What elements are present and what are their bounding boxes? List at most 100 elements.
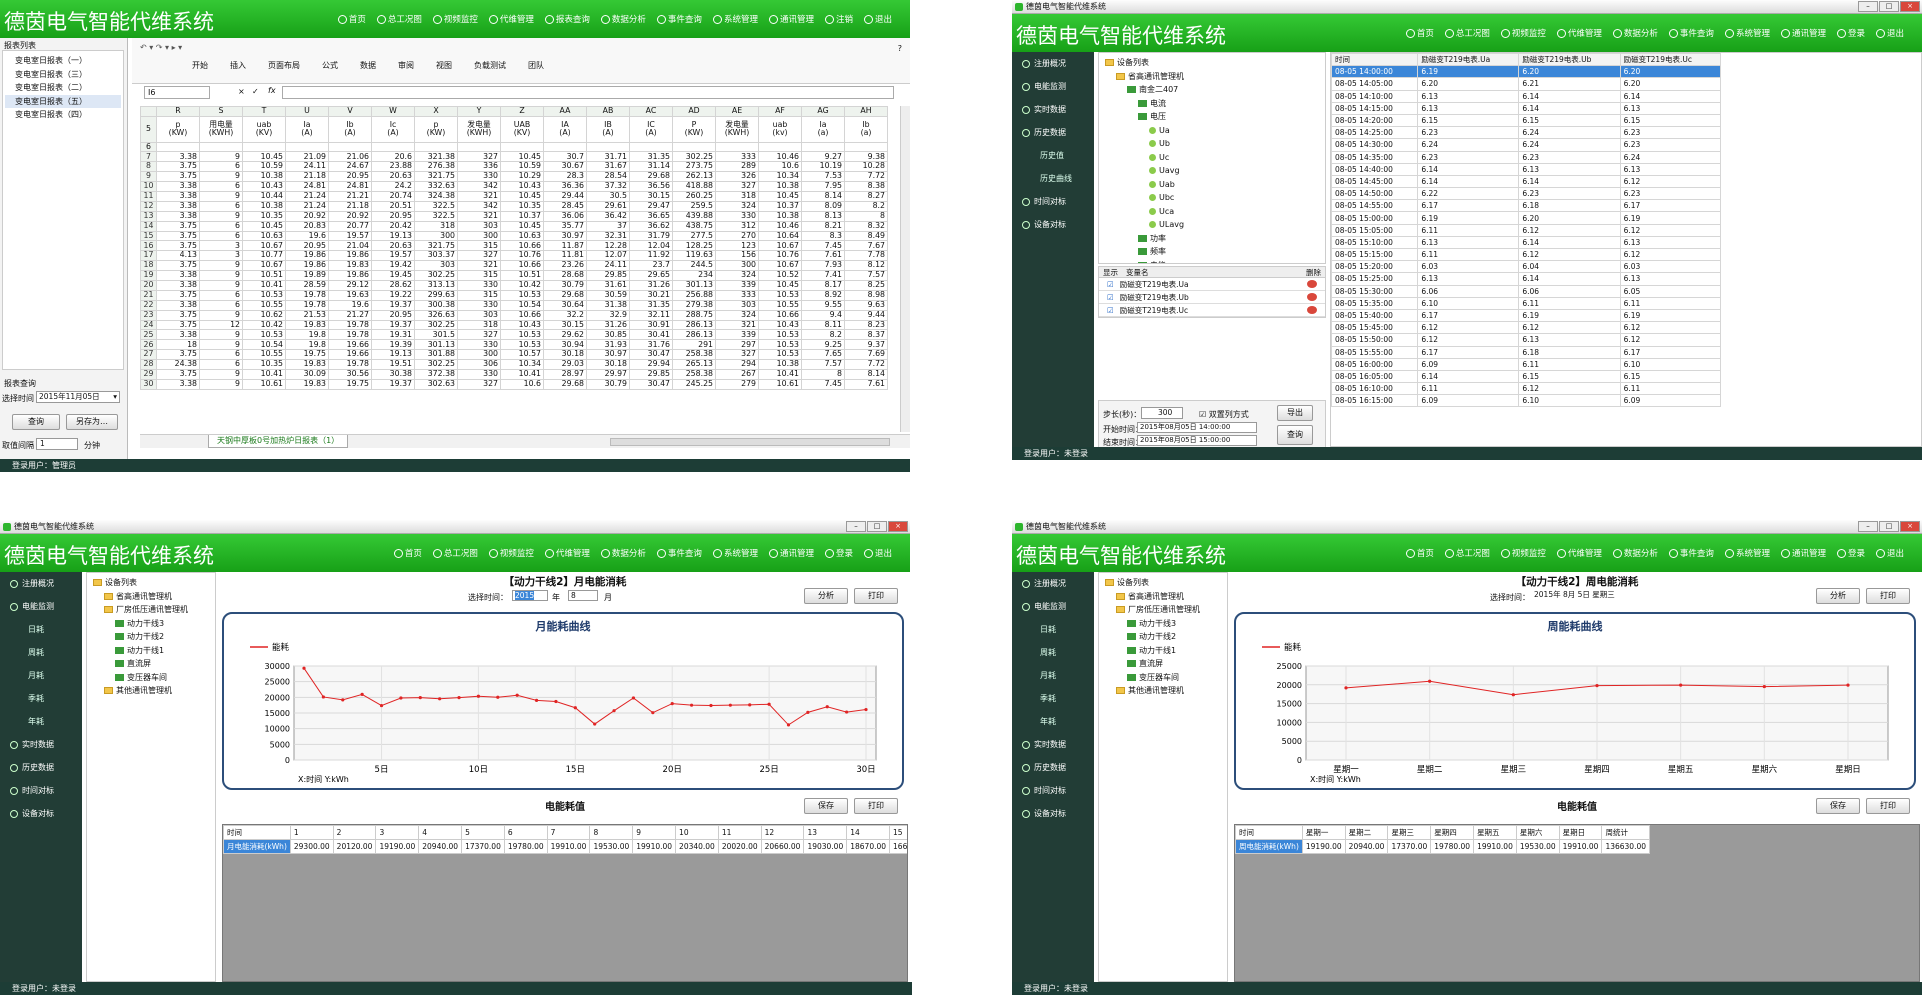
- sheet-cell[interactable]: 321: [457, 190, 501, 202]
- sheet-cell[interactable]: 24.38: [156, 359, 200, 370]
- column-letter[interactable]: S: [199, 106, 243, 117]
- sheet-cell[interactable]: 10.43: [500, 319, 544, 331]
- two-column-checkbox[interactable]: ☑ 双置列方式: [1199, 409, 1249, 420]
- sheet-cell[interactable]: 29.94: [629, 359, 673, 370]
- sheet-cell[interactable]: 333: [715, 289, 759, 301]
- sheet-cell[interactable]: 10.53: [758, 349, 802, 361]
- sheet-cell[interactable]: 6: [199, 220, 243, 232]
- sheet-cell[interactable]: 9.44: [844, 309, 888, 321]
- sheet-cell[interactable]: 6: [199, 359, 243, 370]
- sheet-cell[interactable]: 10.54: [242, 339, 286, 351]
- sheet-cell[interactable]: [715, 141, 759, 153]
- sheet-cell[interactable]: 279.38: [672, 299, 716, 311]
- sheet-cell[interactable]: 10.76: [758, 250, 802, 262]
- sheet-cell[interactable]: 3.38: [156, 200, 200, 212]
- sheet-cell[interactable]: 7.72: [844, 171, 888, 183]
- sheet-cell[interactable]: 315: [457, 240, 501, 252]
- sheet-cell[interactable]: 21.21: [328, 190, 372, 202]
- sidebar-item[interactable]: 注册概况: [1012, 572, 1094, 595]
- minimize-button[interactable]: –: [846, 521, 866, 532]
- sheet-cell[interactable]: [629, 141, 673, 153]
- row-number[interactable]: 27: [140, 349, 157, 361]
- variable-row[interactable]: ☑ 励磁变T219电表.Ua: [1099, 278, 1325, 291]
- sheet-cell[interactable]: 31.38: [586, 299, 630, 311]
- sheet-cell[interactable]: 10.53: [758, 289, 802, 301]
- sheet-cell[interactable]: 9.55: [801, 299, 845, 311]
- sheet-cell[interactable]: 19.42: [371, 260, 415, 272]
- nav-item[interactable]: 通讯管理: [1780, 547, 1826, 559]
- sheet-cell[interactable]: 12: [199, 319, 243, 331]
- sheet-cell[interactable]: 24.2: [371, 181, 415, 192]
- sheet-cell[interactable]: 10.6: [758, 161, 802, 173]
- sheet-cell[interactable]: 302.25: [414, 359, 458, 370]
- sheet-cell[interactable]: 10.42: [500, 279, 544, 291]
- sheet-cell[interactable]: 10.38: [242, 171, 286, 183]
- sidebar-item[interactable]: 设备对标: [1012, 802, 1094, 825]
- sheet-cell[interactable]: 330: [715, 210, 759, 222]
- tree-node[interactable]: Uavg: [1101, 164, 1323, 178]
- sidebar-item[interactable]: 时间对标: [1012, 779, 1094, 802]
- sheet-cell[interactable]: 32.31: [586, 230, 630, 242]
- sheet-cell[interactable]: 28.54: [586, 171, 630, 183]
- show-checkbox[interactable]: ☑: [1107, 306, 1114, 315]
- sheet-cell[interactable]: 10.45: [500, 220, 544, 232]
- ribbon-tab[interactable]: 插入: [230, 60, 246, 71]
- sheet-cell[interactable]: 29.68: [543, 378, 587, 390]
- sheet-cell[interactable]: 10.53: [500, 329, 544, 341]
- sheet-cell[interactable]: 6: [199, 181, 243, 192]
- sheet-cell[interactable]: 32.2: [543, 309, 587, 321]
- sheet-cell[interactable]: 10.6: [500, 378, 544, 390]
- row-number[interactable]: 13: [140, 210, 157, 222]
- sheet-cell[interactable]: 312: [715, 220, 759, 232]
- sheet-cell[interactable]: 3.38: [156, 151, 200, 163]
- table-row[interactable]: 08-05 14:45:00 6.14 6.14 6.12: [1331, 174, 1722, 189]
- sheet-cell[interactable]: 332.63: [414, 181, 458, 192]
- row-number[interactable]: 28: [140, 359, 157, 370]
- quick-access-icons[interactable]: ↶ ▾ ↷ ▾ ▸ ▾: [140, 43, 182, 52]
- sheet-cell[interactable]: 20.63: [371, 171, 415, 183]
- sheet-cell[interactable]: 10.37: [758, 200, 802, 212]
- sheet-cell[interactable]: 19.83: [285, 319, 329, 331]
- sheet-cell[interactable]: 8: [801, 368, 845, 380]
- formula-input[interactable]: [282, 86, 894, 99]
- sheet-cell[interactable]: 10.38: [758, 210, 802, 222]
- show-checkbox[interactable]: ☑: [1107, 293, 1114, 302]
- sheet-cell[interactable]: 315: [457, 289, 501, 301]
- sheet-cell[interactable]: 30.15: [629, 190, 673, 202]
- sheet-cell[interactable]: 19.75: [285, 349, 329, 361]
- sheet-cell[interactable]: 10.62: [242, 309, 286, 321]
- sheet-cell[interactable]: 30.79: [543, 279, 587, 291]
- sheet-cell[interactable]: 324: [715, 200, 759, 212]
- sheet-cell[interactable]: 31.35: [629, 299, 673, 311]
- sheet-cell[interactable]: 23.88: [371, 161, 415, 173]
- sheet-cell[interactable]: 8.14: [801, 190, 845, 202]
- sheet-cell[interactable]: 418.88: [672, 181, 716, 192]
- sheet-cell[interactable]: 302.25: [672, 151, 716, 163]
- sheet-cell[interactable]: [328, 141, 372, 153]
- sheet-cell[interactable]: 10.43: [500, 181, 544, 192]
- nav-item[interactable]: 总工况图: [1444, 27, 1490, 39]
- sheet-cell[interactable]: 19.86: [285, 260, 329, 272]
- sheet-cell[interactable]: 277.5: [672, 230, 716, 242]
- sheet-cell[interactable]: 330: [457, 279, 501, 291]
- sheet-cell[interactable]: 8: [844, 210, 888, 222]
- sheet-cell[interactable]: 438.75: [672, 220, 716, 232]
- sheet-cell[interactable]: 23.7: [629, 260, 673, 272]
- column-letter[interactable]: AG: [801, 106, 845, 117]
- table-row[interactable]: 08-05 14:50:00 6.22 6.23 6.23: [1331, 187, 1722, 201]
- sheet-cell[interactable]: 301.88: [414, 349, 458, 361]
- chevron-down-icon[interactable]: ▾: [113, 392, 117, 402]
- sheet-cell[interactable]: 10.41: [242, 279, 286, 291]
- report-item[interactable]: 变电室日报表（三）: [5, 68, 121, 82]
- sheet-cell[interactable]: 30.97: [586, 349, 630, 361]
- sheet-cell[interactable]: 327: [457, 151, 501, 163]
- sheet-cell[interactable]: 9.63: [844, 299, 888, 311]
- sheet-cell[interactable]: 28.59: [285, 279, 329, 291]
- analyze-button[interactable]: 分析: [804, 588, 848, 604]
- date-select[interactable]: 2015年 8月 5日 星期三: [1532, 590, 1628, 601]
- sheet-cell[interactable]: 10.76: [500, 250, 544, 262]
- sheet-cell[interactable]: 29.85: [629, 368, 673, 380]
- month-select[interactable]: 8: [568, 590, 598, 601]
- table-row[interactable]: 08-05 16:10:00 6.11 6.12 6.11: [1331, 382, 1722, 396]
- sheet-cell[interactable]: 10.67: [242, 240, 286, 252]
